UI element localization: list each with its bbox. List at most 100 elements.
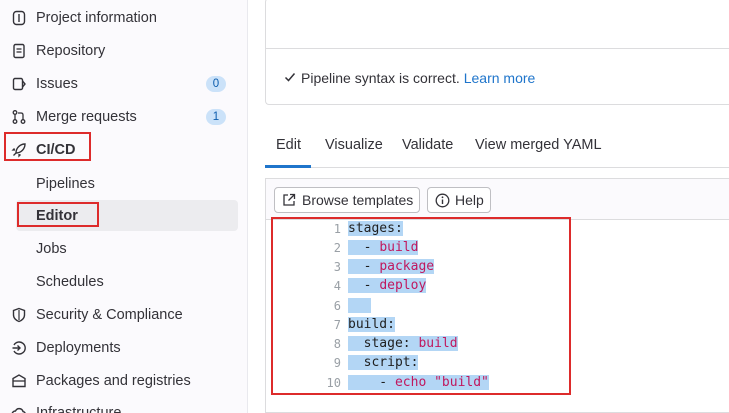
editor-tabs: Edit Visualize Validate View merged YAML (265, 124, 729, 168)
tab-validate[interactable]: Validate (402, 137, 453, 153)
issues-icon (10, 75, 28, 93)
sidebar-item-issues[interactable]: Issues 0 (0, 67, 248, 100)
yaml-key: - (348, 259, 380, 274)
tab-edit[interactable]: Edit (276, 137, 301, 153)
sidebar-item-label: Jobs (36, 241, 67, 257)
sidebar-item-security-compliance[interactable]: Security & Compliance (0, 298, 248, 331)
code-line: 1 stages: (266, 220, 729, 239)
code-text: - deploy (348, 278, 427, 293)
yaml-value: build (379, 240, 419, 255)
syntax-message-text: Pipeline syntax is correct. (301, 70, 460, 86)
editor-toolbar: Browse templates Help (265, 178, 729, 220)
code-line: 3 - package (266, 258, 729, 277)
line-number: 6 (333, 299, 341, 313)
browse-templates-button[interactable]: Browse templates (274, 187, 421, 213)
yaml-value: build (418, 336, 458, 351)
yaml-key: script: (348, 355, 419, 370)
sidebar-subitem-jobs[interactable]: Jobs (0, 233, 248, 264)
sidebar-item-label: Deployments (36, 340, 121, 356)
line-number: 8 (333, 337, 341, 351)
code-text: - build (348, 240, 419, 255)
sidebar-item-label: Infrastructure (36, 405, 122, 413)
code-line: 10 - echo "build" (266, 374, 729, 393)
yaml-value: deploy (379, 278, 427, 293)
info-icon (10, 9, 28, 27)
check-icon (284, 70, 296, 86)
tab-visualize[interactable]: Visualize (325, 137, 383, 153)
deployments-icon (10, 339, 28, 357)
line-number: 3 (333, 260, 341, 274)
yaml-code-editor[interactable]: 1 stages: 2 - build 3 - package 4 - depl… (265, 219, 729, 413)
merge-requests-count-badge: 1 (206, 109, 226, 125)
code-text: script: (348, 355, 419, 370)
left-sidebar: Project information Repository Issues 0 … (0, 0, 248, 413)
code-text: build: (348, 317, 395, 332)
sidebar-item-packages-registries[interactable]: Packages and registries (0, 364, 248, 397)
sidebar-item-infrastructure[interactable]: Infrastructure (0, 396, 248, 413)
merge-request-icon (10, 108, 28, 126)
code-line: 7 build: (266, 316, 729, 335)
yaml-key: - (348, 375, 395, 390)
main-content: Pipeline syntax is correct. Learn more Ed… (248, 0, 729, 413)
code-line: 2 - build (266, 239, 729, 258)
sidebar-item-label: Pipelines (36, 176, 95, 192)
code-text (348, 298, 372, 313)
learn-more-link[interactable]: Learn more (464, 70, 536, 86)
browse-templates-label: Browse templates (302, 192, 414, 208)
sidebar-item-project-information[interactable]: Project information (0, 1, 248, 34)
issues-count-badge: 0 (206, 76, 226, 92)
rocket-icon (10, 141, 28, 159)
sidebar-item-label: Packages and registries (36, 373, 191, 389)
yaml-key: - (348, 240, 380, 255)
sidebar-item-merge-requests[interactable]: Merge requests 1 (0, 100, 248, 133)
code-text: stage: build (348, 336, 458, 351)
sidebar-subitem-pipelines[interactable]: Pipelines (0, 168, 248, 199)
help-button[interactable]: Help (427, 187, 491, 213)
yaml-value: package (379, 259, 435, 274)
sidebar-item-label: Merge requests (36, 109, 137, 125)
tab-view-merged-yaml[interactable]: View merged YAML (475, 137, 602, 153)
yaml-key: stage: (348, 336, 419, 351)
yaml-key: - (348, 278, 380, 293)
external-link-icon (281, 192, 297, 208)
shield-icon (10, 306, 28, 324)
code-text: stages: (348, 221, 403, 236)
info-circle-icon (434, 192, 450, 208)
code-text: - package (348, 259, 435, 274)
pipeline-status-header (266, 0, 729, 49)
sidebar-item-ci-cd[interactable]: CI/CD (0, 133, 248, 166)
syntax-status: Pipeline syntax is correct. Learn more (266, 62, 729, 96)
sidebar-item-label: Project information (36, 10, 157, 26)
sidebar-item-label: Issues (36, 76, 78, 92)
sidebar-item-label: Editor (36, 208, 78, 224)
line-number: 1 (333, 222, 341, 236)
code-line: 9 script: (266, 354, 729, 373)
syntax-message: Pipeline syntax is correct. Learn more (301, 70, 535, 86)
yaml-key: build: (348, 317, 395, 332)
code-line: 6 (266, 297, 729, 316)
line-number: 2 (333, 241, 341, 255)
doc-icon (10, 42, 28, 60)
line-number: 7 (333, 318, 341, 332)
code-text: - echo "build" (348, 375, 489, 390)
help-label: Help (455, 192, 484, 208)
code-line: 4 - deploy (266, 277, 729, 296)
sidebar-item-deployments[interactable]: Deployments (0, 331, 248, 364)
sidebar-item-label: CI/CD (36, 142, 76, 158)
code-line: 8 stage: build (266, 335, 729, 354)
line-number: 4 (333, 279, 341, 293)
yaml-key: stages: (348, 221, 403, 236)
line-number: 10 (326, 376, 341, 390)
package-icon (10, 372, 28, 390)
sidebar-item-label: Schedules (36, 274, 104, 290)
sidebar-subitem-editor[interactable]: Editor (16, 200, 238, 231)
sidebar-item-label: Security & Compliance (36, 307, 183, 323)
sidebar-item-label: Repository (36, 43, 106, 59)
line-number: 9 (333, 356, 341, 370)
pipeline-status-card: Pipeline syntax is correct. Learn more (265, 0, 729, 105)
active-tab-indicator (265, 165, 311, 168)
cloud-icon (10, 404, 28, 413)
yaml-value: echo "build" (394, 375, 489, 390)
sidebar-item-repository[interactable]: Repository (0, 34, 248, 67)
sidebar-subitem-schedules[interactable]: Schedules (0, 266, 248, 297)
